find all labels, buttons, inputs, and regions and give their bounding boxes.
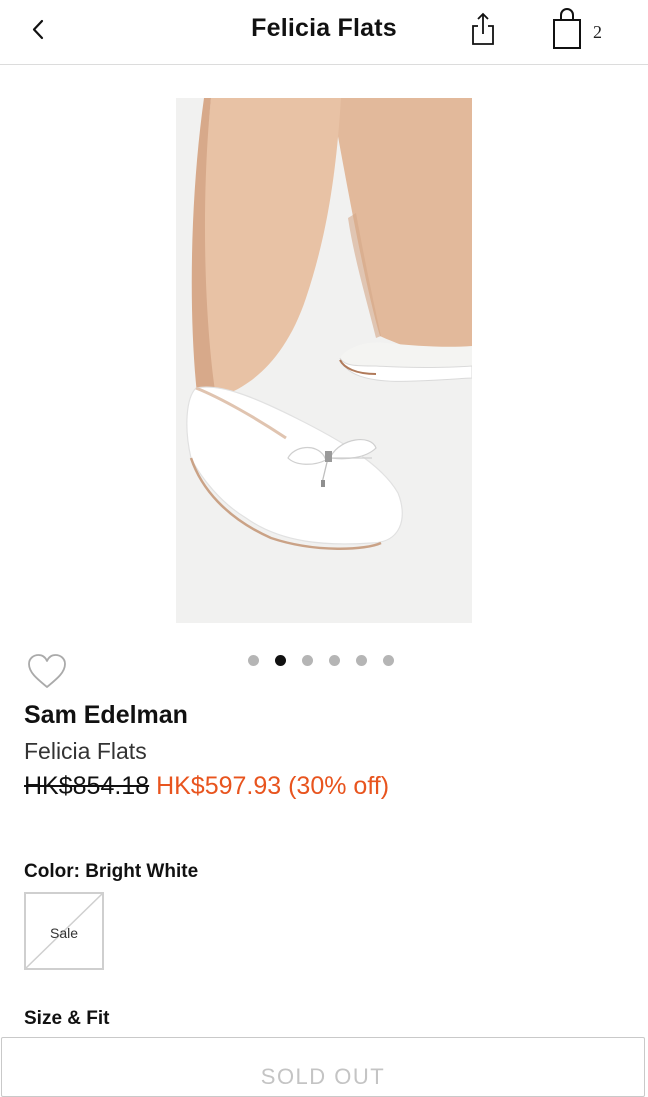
sold-out-button[interactable]: SOLD OUT: [1, 1037, 645, 1097]
carousel-dot[interactable]: [248, 655, 259, 666]
image-carousel-dots: [248, 655, 394, 669]
color-swatch[interactable]: Sale: [24, 892, 104, 970]
share-button[interactable]: [468, 10, 498, 48]
bag-count-badge: 2: [593, 22, 602, 42]
product-name: Felicia Flats: [24, 738, 147, 764]
carousel-dot[interactable]: [383, 655, 394, 666]
heart-icon: [28, 654, 66, 688]
chevron-left-icon: [32, 19, 44, 40]
carousel-dot[interactable]: [329, 655, 340, 666]
carousel-dot[interactable]: [356, 655, 367, 666]
carousel-dot-active[interactable]: [275, 655, 286, 666]
product-photo: [176, 98, 472, 623]
shopping-bag-button[interactable]: [550, 8, 586, 50]
share-icon: [472, 12, 494, 45]
top-bar: Felicia Flats 2: [0, 0, 648, 65]
sale-price: HK$597.93 (30% off): [156, 772, 390, 800]
original-price: HK$854.18: [24, 772, 150, 800]
shopping-bag-icon: [553, 8, 581, 49]
brand-name[interactable]: Sam Edelman: [24, 701, 188, 730]
carousel-dot[interactable]: [302, 655, 313, 666]
wishlist-button[interactable]: [26, 652, 68, 692]
color-label: Color: Bright White: [24, 861, 199, 882]
back-button[interactable]: [26, 14, 54, 46]
price-row: HK$854.18 HK$597.93 (30% off): [24, 772, 389, 801]
size-fit-label[interactable]: Size & Fit: [24, 1008, 110, 1030]
swatch-label: Sale: [49, 925, 79, 941]
product-image[interactable]: [176, 98, 472, 623]
